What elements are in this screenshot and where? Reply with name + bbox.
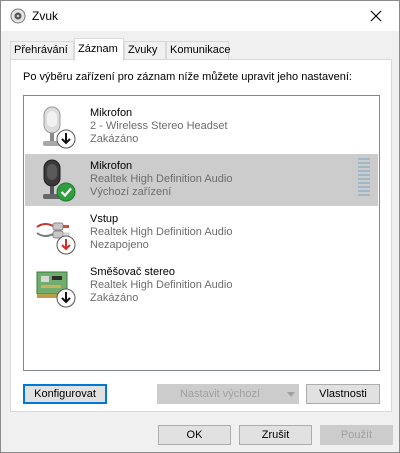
instruction-text: Po výběru zařízení pro záznam níže můžet… <box>23 71 352 83</box>
device-name: Mikrofon <box>90 107 133 119</box>
list-item-stereo-mix[interactable]: Směšovač stereo Realtek High Definition … <box>25 260 378 312</box>
list-item-realtek-microphone[interactable]: Mikrofon Realtek High Definition Audio V… <box>25 154 378 206</box>
device-name: Mikrofon <box>90 160 133 172</box>
device-driver: 2 - Wireless Stereo Headset <box>90 120 228 132</box>
tab-playback[interactable]: Přehrávání <box>10 41 74 60</box>
list-item-headset-microphone[interactable]: Mikrofon 2 - Wireless Stereo Headset Zak… <box>25 101 378 153</box>
speaker-icon <box>10 8 26 24</box>
tab-sounds[interactable]: Zvuky <box>124 41 166 60</box>
level-meter <box>358 158 370 198</box>
device-driver: Realtek High Definition Audio <box>90 279 233 291</box>
set-default-dropdown[interactable] <box>283 384 299 404</box>
tab-recording[interactable]: Záznam <box>74 38 124 61</box>
properties-button[interactable]: Vlastnosti <box>306 384 380 404</box>
device-status: Zakázáno <box>90 133 139 145</box>
device-status: Nezapojeno <box>90 239 149 251</box>
line-in-unplugged-icon <box>36 222 76 255</box>
window-title: Zvuk <box>32 9 59 23</box>
recording-panel: Po výběru zařízení pro záznam níže můžet… <box>10 59 392 412</box>
title-bar: Zvuk <box>1 1 399 31</box>
configure-button[interactable]: Konfigurovat <box>23 384 107 404</box>
device-name: Směšovač stereo <box>90 266 175 278</box>
device-status: Výchozí zařízení <box>90 186 172 198</box>
set-default-button[interactable]: Nastavit výchozí <box>157 384 283 404</box>
device-status: Zakázáno <box>90 292 139 304</box>
tab-communications[interactable]: Komunikace <box>166 41 231 60</box>
stereo-mix-disabled-icon <box>36 271 76 308</box>
device-driver: Realtek High Definition Audio <box>90 226 233 238</box>
microphone-disabled-icon <box>43 106 76 149</box>
microphone-default-icon <box>43 159 76 202</box>
list-item-line-in[interactable]: Vstup Realtek High Definition Audio Neza… <box>25 207 378 259</box>
close-button[interactable] <box>353 1 399 31</box>
apply-button[interactable]: Použít <box>320 425 393 445</box>
device-list[interactable]: Mikrofon 2 - Wireless Stereo Headset Zak… <box>23 95 380 371</box>
device-name: Vstup <box>90 213 119 225</box>
chevron-down-icon <box>287 391 295 397</box>
ok-button[interactable]: OK <box>158 425 231 445</box>
close-icon <box>370 10 382 22</box>
device-driver: Realtek High Definition Audio <box>90 173 233 185</box>
sound-dialog: Zvuk Přehrávání Záznam Zvuky Komunikace … <box>0 0 400 453</box>
cancel-button[interactable]: Zrušit <box>239 425 312 445</box>
